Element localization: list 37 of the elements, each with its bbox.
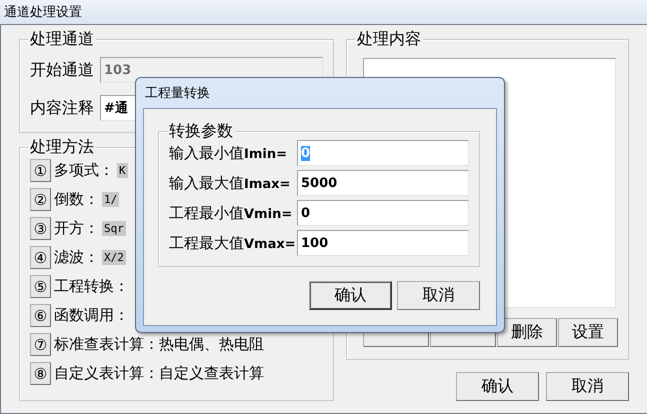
number-button[interactable]: ② bbox=[30, 188, 51, 211]
method-label: 倒数： bbox=[54, 190, 99, 209]
formula-text: Sqr bbox=[102, 221, 126, 236]
formula-text: X/2 bbox=[102, 250, 126, 265]
dialog-title: 工程量转换 bbox=[145, 85, 210, 102]
number-button[interactable]: ⑧ bbox=[30, 362, 51, 385]
number-button[interactable]: ③ bbox=[30, 217, 51, 240]
action-button[interactable]: 设置 bbox=[558, 318, 618, 347]
action-button[interactable]: 删除 bbox=[497, 318, 557, 347]
field-label: 内容注释 bbox=[30, 98, 94, 118]
method-label: 开方： bbox=[54, 219, 99, 238]
number-button[interactable]: ④ bbox=[30, 246, 51, 269]
method-label: 标准查表计算：热电偶、热电阻 bbox=[54, 335, 264, 354]
method-label: 工程转换： bbox=[54, 277, 129, 296]
method-label: 滤波： bbox=[54, 248, 99, 267]
field-label: 输入最小值Imin= bbox=[169, 144, 288, 162]
method-label: 自定义表计算：自定义查表计算 bbox=[54, 364, 264, 383]
number-button[interactable]: ⑥ bbox=[30, 304, 51, 327]
number-button[interactable]: ① bbox=[30, 159, 51, 182]
number-button[interactable]: ⑤ bbox=[30, 275, 51, 298]
method-label: 函数调用： bbox=[54, 306, 129, 325]
number-button[interactable]: ⑦ bbox=[30, 333, 51, 356]
dialog-button[interactable]: 取消 bbox=[397, 281, 480, 310]
method-label: 多项式： bbox=[54, 161, 114, 180]
field-label: 工程最小值Vmin= bbox=[169, 204, 294, 222]
window-title: 通道处理设置 bbox=[4, 4, 82, 21]
field-label: 输入最大值Imax= bbox=[169, 174, 292, 192]
field-label: 开始通道 bbox=[30, 60, 94, 80]
formula-text: 1/ bbox=[102, 192, 120, 207]
value-field[interactable]: 5000 bbox=[297, 170, 469, 196]
dialog-button[interactable]: 确认 bbox=[456, 372, 539, 401]
dialog-button[interactable]: 取消 bbox=[546, 372, 629, 401]
value-field[interactable]: 100 bbox=[297, 230, 469, 256]
value-field[interactable]: 0 bbox=[297, 200, 469, 226]
field-label: 工程最大值Vmax= bbox=[169, 234, 297, 252]
dialog-button[interactable]: 确认 bbox=[309, 281, 392, 310]
formula-text: K bbox=[117, 163, 128, 178]
